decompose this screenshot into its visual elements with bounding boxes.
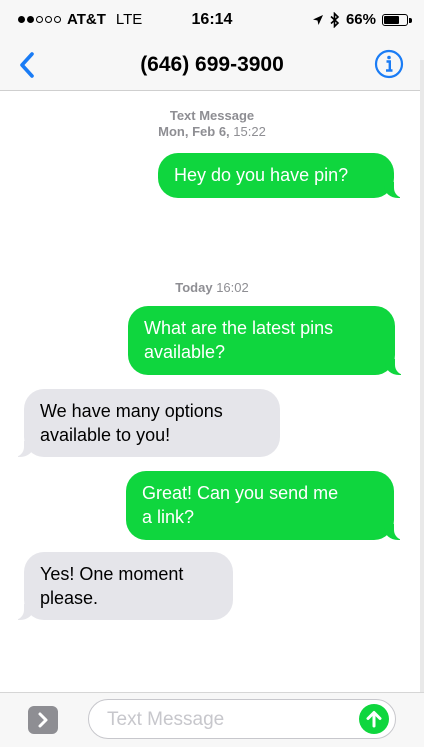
send-button[interactable] bbox=[359, 704, 389, 734]
composer-bar: Text Message bbox=[0, 692, 424, 747]
message-text: Hey do you have pin? bbox=[174, 165, 349, 185]
contact-number[interactable]: (646) 699-3900 bbox=[0, 53, 424, 77]
message-input-placeholder: Text Message bbox=[107, 709, 225, 730]
message-input[interactable]: Text Message bbox=[88, 699, 396, 739]
scrollbar-track bbox=[420, 60, 424, 720]
message-text: available to you! bbox=[40, 425, 171, 445]
status-bar: AT&T LTE 16:14 66% bbox=[0, 0, 424, 40]
outgoing-message[interactable]: Great! Can you send me a link? bbox=[126, 471, 406, 540]
timestamp-datetime: Mon, Feb 6, 15:22 bbox=[0, 124, 424, 140]
expand-apps-button[interactable] bbox=[28, 706, 58, 734]
message-text: Yes! One moment bbox=[40, 564, 184, 584]
outgoing-message[interactable]: Hey do you have pin? bbox=[158, 153, 406, 198]
timestamp-time: 15:22 bbox=[233, 124, 266, 139]
timestamp-date: Mon, Feb 6, bbox=[158, 124, 230, 139]
incoming-message[interactable]: We have many options available to you! bbox=[12, 389, 280, 457]
message-text: What are the latest pins bbox=[144, 318, 334, 338]
timestamp-header: Text Message Mon, Feb 6, 15:22 bbox=[0, 108, 424, 140]
bluetooth-icon bbox=[330, 11, 340, 28]
timestamp-header: Today 16:02 bbox=[0, 280, 424, 296]
incoming-message[interactable]: Yes! One moment please. bbox=[12, 552, 233, 620]
arrow-up-icon bbox=[366, 711, 382, 728]
status-right: 66% bbox=[312, 11, 412, 28]
message-list[interactable]: Text Message Mon, Feb 6, 15:22 Hey do yo… bbox=[0, 91, 424, 691]
message-text: a link? bbox=[142, 507, 195, 527]
timestamp-label: Text Message bbox=[169, 108, 255, 123]
outgoing-message[interactable]: What are the latest pins available? bbox=[128, 306, 407, 375]
message-text: please. bbox=[40, 588, 99, 608]
battery-icon bbox=[382, 13, 412, 26]
timestamp-time: 16:02 bbox=[216, 280, 249, 295]
message-text: We have many options bbox=[40, 401, 223, 421]
chevron-right-icon bbox=[38, 712, 48, 728]
message-text: available? bbox=[144, 342, 226, 362]
info-icon[interactable] bbox=[374, 49, 404, 79]
messages-screen: AT&T LTE 16:14 66% (646) 699-3900 Text M… bbox=[0, 0, 424, 747]
timestamp-label: Today bbox=[175, 280, 213, 295]
message-text: Great! Can you send me bbox=[142, 483, 339, 503]
location-arrow-icon bbox=[312, 14, 323, 25]
conversation-header: (646) 699-3900 bbox=[0, 40, 424, 91]
battery-percent: 66% bbox=[345, 11, 376, 28]
